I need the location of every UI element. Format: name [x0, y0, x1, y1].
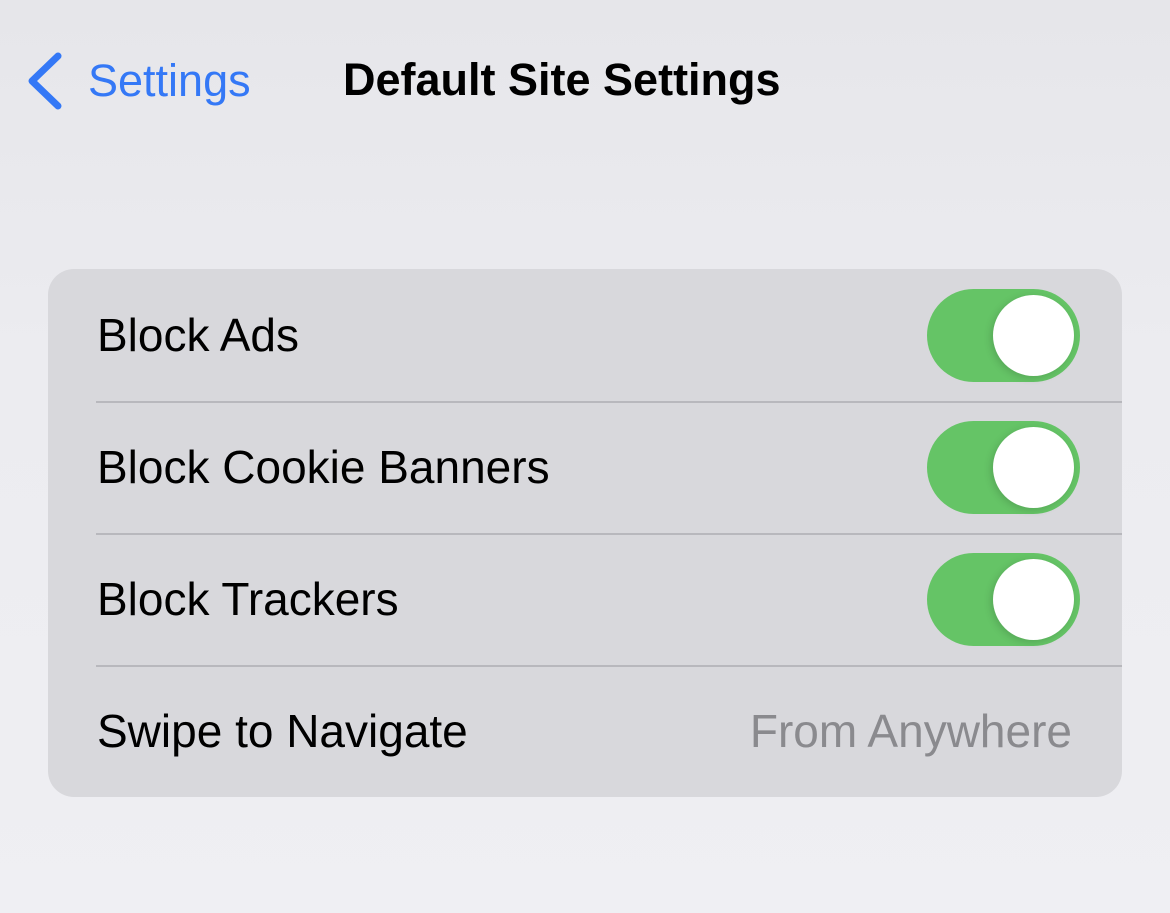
toggle-knob	[993, 558, 1074, 640]
row-block-ads: Block Ads	[48, 269, 1122, 401]
row-label: Block Ads	[97, 309, 299, 361]
row-label: Block Trackers	[97, 573, 399, 625]
back-label: Settings	[88, 55, 251, 106]
toggle-knob	[993, 294, 1074, 376]
back-button[interactable]: Settings	[24, 50, 251, 112]
toggle-knob	[993, 426, 1074, 508]
row-label: Block Cookie Banners	[97, 441, 550, 493]
row-label: Swipe to Navigate	[97, 705, 468, 757]
block-trackers-toggle[interactable]	[927, 552, 1080, 646]
navigation-bar: Settings Default Site Settings	[0, 0, 1170, 160]
block-ads-toggle[interactable]	[927, 288, 1080, 382]
page-title: Default Site Settings	[343, 54, 781, 105]
row-value: From Anywhere	[749, 705, 1072, 757]
settings-group: Block Ads Block Cookie Banners Block Tra…	[48, 269, 1122, 797]
chevron-left-icon	[28, 52, 62, 110]
row-block-cookie-banners: Block Cookie Banners	[48, 401, 1122, 533]
block-cookie-banners-toggle[interactable]	[927, 420, 1080, 514]
row-swipe-to-navigate[interactable]: Swipe to Navigate From Anywhere	[48, 665, 1122, 797]
row-block-trackers: Block Trackers	[48, 533, 1122, 665]
